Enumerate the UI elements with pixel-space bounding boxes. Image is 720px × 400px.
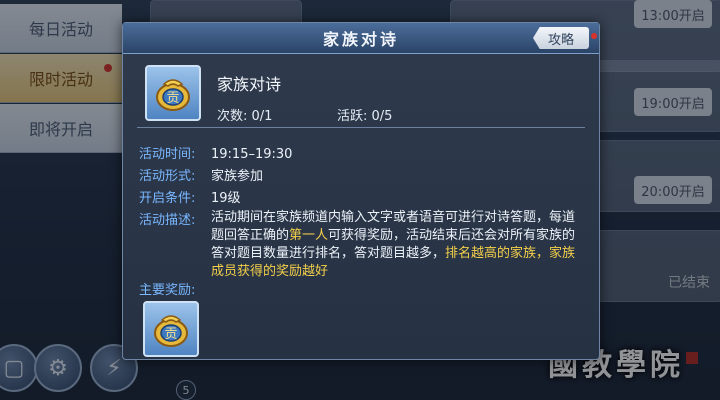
info-label: 活动形式: (139, 169, 196, 184)
dialog-title: 家族对诗 (322, 30, 399, 49)
attempt-count: 次数: 0/1 (217, 109, 273, 124)
guide-label: 攻略 (547, 32, 574, 48)
info-value: 19级 (211, 191, 241, 206)
tribute-bag-icon: 贡 (154, 315, 188, 347)
info-label: 活动时间: (139, 147, 196, 162)
info-value: 家族参加 (211, 169, 264, 184)
svg-text:贡: 贡 (164, 327, 177, 342)
activity-name: 家族对诗 (217, 75, 282, 94)
info-time: 活动时间: 19:15–19:30 (139, 143, 292, 162)
svg-text:贡: 贡 (166, 91, 179, 106)
reward-label: 主要奖励: (139, 283, 196, 298)
activity-detail-dialog: 家族对诗 攻略 贡 家族对诗 次数: 0/1 活跃: 0/5 活动时间: 19:1… (122, 22, 600, 360)
tribute-bag-icon: 贡 (156, 79, 190, 111)
divider (137, 127, 585, 128)
dialog-header: 家族对诗 (123, 23, 599, 54)
activity-icon: 贡 (145, 65, 201, 121)
info-label: 开启条件: (139, 191, 196, 206)
info-condition: 开启条件: 19级 (139, 187, 241, 206)
notification-dot (591, 33, 597, 39)
guide-button[interactable]: 攻略 (533, 27, 589, 49)
info-value: 19:15–19:30 (211, 147, 293, 162)
activity-points: 活跃: 0/5 (337, 109, 393, 124)
reward-item[interactable]: 贡 (143, 301, 199, 357)
description-label: 活动描述: (139, 213, 196, 228)
info-format: 活动形式: 家族参加 (139, 165, 263, 184)
description-text: 活动期间在家族频道内输入文字或者语音可进行对诗答题，每道题回答正确的第一人可获得… (211, 209, 583, 281)
desc-highlight: 第一人 (289, 228, 329, 243)
